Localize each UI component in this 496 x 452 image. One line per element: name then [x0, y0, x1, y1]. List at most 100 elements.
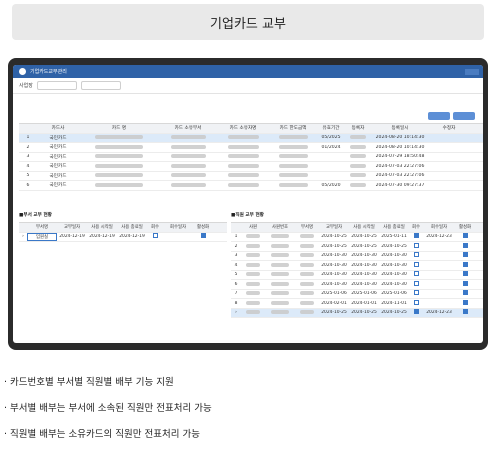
emp-issue-date-cell: 2024-10-30 — [321, 272, 347, 278]
emp-return-checkbox-cell — [409, 309, 423, 316]
expiry-cell: 05/2020 — [321, 182, 341, 188]
active-checkbox[interactable] — [462, 309, 468, 315]
redacted-text — [300, 253, 314, 257]
col-emp-return: 회수 — [411, 225, 421, 231]
redacted-text — [170, 173, 206, 177]
row-number: 6 — [234, 281, 238, 287]
emp-end-date-cell: 2024-10-25 — [381, 243, 407, 249]
business-select[interactable] — [36, 81, 77, 90]
redacted-text — [246, 310, 260, 314]
col-card-company: 카드사 — [51, 126, 65, 132]
employee-no-cell — [265, 243, 295, 250]
card-name-cell — [79, 182, 159, 189]
active-checkbox[interactable] — [462, 290, 468, 296]
return-checkbox[interactable] — [413, 299, 419, 305]
col-reg-date: 등록일시 — [391, 126, 409, 132]
filter-bar: 사업장 — [13, 78, 483, 94]
table-row[interactable]: 2 2024-10-25 2024-10-25 2024-10-25 — [231, 242, 483, 252]
row-number: 6 — [26, 182, 30, 188]
employee-no-cell — [265, 234, 295, 240]
action-button-2[interactable] — [453, 112, 475, 120]
emp-dept-cell — [295, 281, 319, 288]
owner-dept-cell — [159, 163, 217, 170]
redacted-text — [300, 291, 314, 295]
redacted-text — [271, 243, 289, 248]
start-date-cell: 2024-12-19 — [89, 234, 115, 240]
employee-no-cell — [265, 281, 295, 288]
table-row[interactable]: 5 2024-10-30 2024-10-30 2024-10-30 — [231, 271, 483, 280]
return-checkbox[interactable] — [413, 242, 419, 248]
row-pointer: › — [22, 234, 24, 240]
active-checkbox[interactable] — [462, 271, 468, 277]
dept-grid-header: 부서명 교부일자 사용 시작일 사용 종료일 회수 회수일자 활성화 — [19, 223, 227, 233]
feature-item: · 부서별 배부는 부서에 소속된 직원만 전표처리 가능 — [4, 403, 212, 414]
table-row[interactable]: 1 국민카드 05/2025 2024-08-20 10:14:30 — [19, 133, 483, 143]
reg-date-cell: 2024-08-20 10:14:30 — [375, 135, 425, 141]
emp-end-date-cell: 2024-11-01 — [381, 300, 407, 306]
owner-dept-cell — [159, 182, 217, 189]
active-checkbox[interactable] — [462, 299, 468, 305]
redacted-text — [95, 135, 143, 139]
employee-cell — [241, 291, 265, 297]
table-row[interactable]: 2 국민카드 01/2024 2024-08-20 10:14:30 — [19, 143, 483, 153]
redacted-text — [170, 163, 206, 168]
table-row[interactable]: › 2024-10-25 2024-10-25 2024-10-25 2024-12-2… — [231, 308, 483, 318]
active-checkbox[interactable] — [200, 233, 206, 239]
return-checkbox[interactable] — [413, 309, 419, 315]
redacted-text — [227, 182, 259, 187]
redacted-text — [278, 135, 308, 139]
card-select[interactable] — [80, 81, 121, 90]
issue-date-cell: 2024-12-19 — [59, 234, 85, 240]
table-row[interactable]: › 임원실 2024-12-19 2024-12-19 2024-12-19 — [19, 232, 227, 242]
return-checkbox[interactable] — [413, 271, 419, 277]
employee-cell — [241, 253, 265, 259]
table-row[interactable]: 3 2024-10-30 2024-10-30 2024-10-30 — [231, 252, 483, 261]
row-number: 4 — [26, 163, 30, 169]
reg-date-cell: 2024-07-03 22:27:06 — [375, 173, 425, 179]
return-checkbox[interactable] — [413, 233, 419, 239]
reg-date-cell: 2024-07-30 09:27:37 — [375, 182, 425, 188]
table-row[interactable]: 8 2024-02-01 2024-01-01 2024-11-01 — [231, 299, 483, 309]
table-row[interactable]: 5 국민카드 2024-07-03 22:27:06 — [19, 172, 483, 181]
redacted-text — [278, 173, 308, 177]
emp-grid: 사원 사원번호 부서명 교부일자 사용 시작일 사용 종료일 회수 회수일자 활… — [231, 222, 483, 318]
dept-cell[interactable]: 임원실 — [27, 232, 57, 241]
col-expiry: 유효기간 — [322, 126, 340, 132]
active-checkbox[interactable] — [462, 261, 468, 267]
active-checkbox[interactable] — [462, 242, 468, 248]
return-checkbox[interactable] — [413, 280, 419, 286]
table-row[interactable]: 4 2024-10-30 2024-10-30 2024-10-30 — [231, 261, 483, 271]
active-checkbox[interactable] — [462, 252, 468, 258]
table-row[interactable]: 3 국민카드 2024-07-29 18:50:48 — [19, 153, 483, 162]
emp-return-checkbox-cell — [409, 252, 423, 259]
row-number: 2 — [26, 144, 30, 150]
return-checkbox[interactable] — [413, 290, 419, 296]
table-row[interactable]: 6 2024-10-30 2024-10-30 2024-10-30 — [231, 280, 483, 290]
emp-issue-date-cell: 2024-10-25 — [321, 243, 347, 249]
table-row[interactable]: 4 국민카드 2024-07-03 22:27:06 — [19, 162, 483, 172]
return-checkbox[interactable] — [413, 261, 419, 267]
return-checkbox[interactable] — [152, 233, 158, 239]
active-checkbox[interactable] — [462, 233, 468, 239]
dept-grid: 부서명 교부일자 사용 시작일 사용 종료일 회수 회수일자 활성화 › 임원실 2… — [19, 222, 227, 242]
emp-active-checkbox-cell — [455, 299, 475, 307]
redacted-text — [300, 234, 314, 238]
emp-end-date-cell: 2024-10-30 — [381, 262, 407, 268]
row-number: 1 — [234, 234, 238, 240]
reg-date-cell: 2024-07-03 22:27:06 — [375, 163, 425, 169]
action-button-1[interactable] — [428, 112, 450, 120]
table-row[interactable]: 6 국민카드 05/2020 2024-07-30 09:27:37 — [19, 181, 483, 191]
active-checkbox[interactable] — [462, 280, 468, 286]
employee-cell — [241, 243, 265, 250]
redacted-text — [278, 154, 308, 158]
redacted-text — [246, 243, 260, 248]
return-checkbox[interactable] — [413, 252, 419, 258]
table-row[interactable]: 1 2024-10-25 2024-10-25 2025-01-11 2024-12-2… — [231, 233, 483, 242]
redacted-text — [271, 300, 289, 305]
feature-item: · 직원별 배부는 소유카드의 직원만 전표처리 가능 — [4, 429, 200, 440]
employee-no-cell — [265, 272, 295, 278]
emp-start-date-cell: 2025-01-06 — [351, 291, 377, 297]
card-company-cell: 국민카드 — [49, 154, 67, 160]
window-controls[interactable] — [465, 68, 479, 75]
table-row[interactable]: 7 2025-01-06 2025-01-06 2025-01-06 — [231, 290, 483, 299]
